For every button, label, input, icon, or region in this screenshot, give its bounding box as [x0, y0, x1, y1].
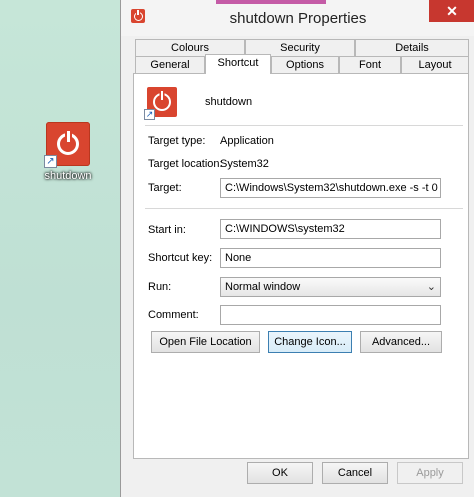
power-icon: ↗	[44, 122, 90, 168]
tab-layout[interactable]: Layout	[401, 56, 469, 74]
chevron-down-icon: ⌄	[426, 281, 436, 293]
shortcut-key-label: Shortcut key:	[148, 252, 213, 264]
shortcut-arrow-icon: ↗	[44, 155, 57, 168]
divider	[145, 125, 463, 126]
desktop-icon-label: shutdown	[44, 170, 92, 182]
divider	[145, 208, 463, 209]
comment-field[interactable]	[220, 305, 441, 325]
apply-button[interactable]: Apply	[397, 462, 463, 484]
run-select[interactable]: Normal window ⌄	[220, 277, 441, 297]
cancel-button[interactable]: Cancel	[322, 462, 388, 484]
shortcut-name: shutdown	[205, 96, 253, 108]
tab-options[interactable]: Options	[271, 56, 339, 74]
target-type-label: Target type:	[148, 135, 206, 147]
properties-dialog: shutdown Properties ✕ Colours Security D…	[120, 0, 474, 497]
advanced-button[interactable]: Advanced...	[360, 331, 442, 353]
tab-shortcut[interactable]: Shortcut	[205, 54, 271, 74]
desktop-shortcut-shutdown[interactable]: ↗ shutdown	[38, 122, 98, 182]
change-icon-button[interactable]: Change Icon...	[268, 331, 352, 353]
close-icon: ✕	[446, 3, 458, 19]
shortcut-arrow-icon: ↗	[144, 109, 155, 120]
target-field[interactable]: C:\Windows\System32\shutdown.exe -s -t 0	[220, 178, 441, 198]
tab-details[interactable]: Details	[355, 39, 469, 56]
close-button[interactable]: ✕	[429, 0, 474, 22]
ok-button[interactable]: OK	[247, 462, 313, 484]
comment-label: Comment:	[148, 309, 199, 321]
power-icon[interactable]: ↗	[144, 87, 177, 120]
run-select-value: Normal window	[225, 281, 301, 293]
window-title: shutdown Properties	[229, 10, 367, 27]
start-in-field[interactable]: C:\WINDOWS\system32	[220, 219, 441, 239]
tab-font[interactable]: Font	[339, 56, 401, 74]
target-location-value: System32	[220, 158, 269, 170]
shortcut-key-field[interactable]: None	[220, 248, 441, 268]
background-window-strip	[216, 0, 326, 4]
open-file-location-button[interactable]: Open File Location	[151, 331, 260, 353]
target-type-value: Application	[220, 135, 274, 147]
target-label: Target:	[148, 182, 182, 194]
target-location-label: Target location:	[148, 158, 223, 170]
start-in-label: Start in:	[148, 224, 186, 236]
title-bar[interactable]: shutdown Properties ✕	[121, 0, 474, 36]
tab-general[interactable]: General	[135, 56, 205, 74]
run-label: Run:	[148, 281, 172, 293]
